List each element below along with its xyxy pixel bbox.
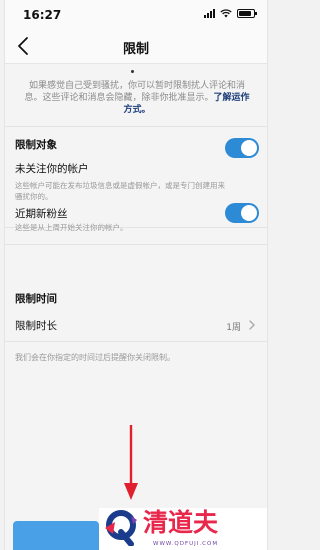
intro-body: 如果感觉自己受到骚扰，你可以暂时限制扰人评论和消息。这些评论和消息会隐藏，除非你… (24, 81, 245, 103)
chevron-right-icon[interactable] (247, 319, 257, 331)
restrict-duration-label[interactable]: 限制时长 (15, 318, 57, 333)
navigation-bar: 限制 (5, 28, 267, 64)
page-indicator-dot (131, 70, 134, 73)
not-following-accounts-toggle[interactable] (225, 138, 259, 158)
section-divider (5, 244, 267, 245)
page-title: 限制 (122, 42, 149, 57)
red-arrow-annotation-icon (124, 425, 138, 500)
restrict-duration-value[interactable]: 1周 (226, 320, 241, 333)
battery-icon (237, 9, 257, 18)
not-following-accounts-label: 未关注你的帐户 (15, 163, 89, 175)
wifi-icon (220, 9, 232, 18)
recent-followers-toggle[interactable] (225, 203, 259, 223)
row-divider (5, 341, 267, 342)
restrict-time-note: 我们会在你指定的时间过后提醒你关闭限制。 (15, 353, 175, 362)
intro-text: 如果感觉自己受到骚扰，你可以暂时限制扰人评论和消息。这些评论和消息会隐藏，除非你… (21, 80, 253, 116)
section-header-restrict-targets: 限制对象 (15, 139, 57, 151)
watermark-brand-text: 清道夫 (143, 508, 219, 537)
cellular-signal-icon (204, 9, 215, 18)
watermark-url-text: WWW.QDFUJI.COM (153, 541, 219, 547)
not-following-accounts-description: 这些帐户可能在发布垃圾信息或是虚假帐户，或是专门创建用来骚扰你的。 (15, 181, 225, 201)
toggle-knob (241, 205, 257, 221)
status-bar: 16:27 (5, 0, 267, 28)
bottom-action-button[interactable] (13, 521, 99, 550)
section-header-restrict-time: 限制时间 (15, 293, 57, 305)
status-time: 16:27 (23, 8, 62, 22)
watermark-logo-icon (105, 510, 137, 546)
section-divider (5, 126, 267, 127)
recent-followers-description: 这些是从上周开始关注你的帐户。 (15, 223, 128, 232)
recent-followers-label: 近期新粉丝 (15, 208, 68, 220)
phone-screen: 16:27 限制 如果感觉自己受到骚扰，你可以暂时限制扰人评论和消息。这些评论和… (4, 0, 268, 550)
status-icons (204, 9, 257, 18)
toggle-knob (241, 140, 257, 156)
